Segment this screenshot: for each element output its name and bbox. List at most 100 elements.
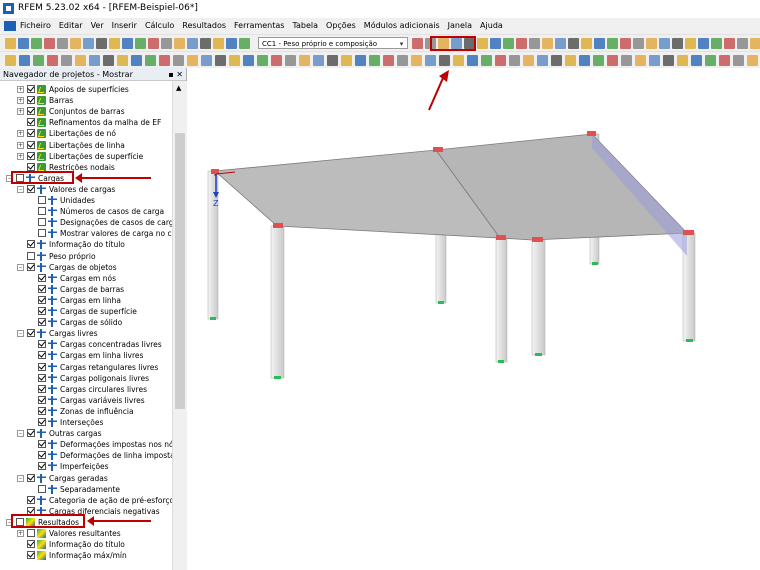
toolbar-icon[interactable] [495,55,506,66]
toolbar-icon[interactable] [159,55,170,66]
menu-item[interactable]: Cálculo [145,21,174,30]
toolbar-icon[interactable] [439,55,450,66]
toolbar-icon[interactable] [691,55,702,66]
loadcase-select[interactable]: CC1 - Peso próprio e composição ▾ [258,37,408,49]
tree-item-checkbox[interactable] [27,495,35,504]
toolbar-icon[interactable] [215,55,226,66]
toolbar-icon[interactable] [555,38,566,49]
toolbar-icon[interactable] [516,38,527,49]
toolbar-icon[interactable] [551,55,562,66]
chevron-down-icon[interactable]: ▾ [397,38,406,48]
toolbar-icon[interactable] [341,55,352,66]
menu-item[interactable]: Janela [448,21,472,30]
collapse-icon[interactable]: – [17,185,24,193]
toolbar-icon[interactable] [131,55,142,66]
toolbar-icon[interactable] [135,38,146,49]
toolbar-icon[interactable] [229,55,240,66]
tree-item-checkbox[interactable] [27,96,35,105]
toolbar-icon[interactable] [369,55,380,66]
toolbar-icon[interactable] [187,38,198,49]
toolbar-icon[interactable] [646,38,657,49]
toolbar-icon[interactable] [685,38,696,49]
toolbar-icon[interactable] [593,55,604,66]
expand-icon[interactable]: + [17,152,24,160]
toolbar-icon[interactable] [529,38,540,49]
toolbar-icon[interactable] [200,38,211,49]
tree-item-checkbox[interactable] [27,129,35,138]
toolbar-icon[interactable] [397,55,408,66]
toolbar-icon[interactable] [607,38,618,49]
tree-item-checkbox[interactable] [27,240,35,249]
tree-item-checkbox[interactable] [27,107,35,116]
toolbar-icon[interactable] [481,55,492,66]
scroll-up-icon[interactable]: ▲ [176,84,181,92]
tree-item-checkbox[interactable] [38,284,46,293]
toolbar-icon[interactable] [537,55,548,66]
toolbar-icon[interactable] [83,38,94,49]
tree-item-checkbox[interactable] [38,207,46,216]
toolbar-icon[interactable] [213,38,224,49]
tree-item-checkbox[interactable] [38,418,46,426]
toolbar-icon[interactable] [750,38,760,49]
3d-viewport[interactable]: Z [187,68,760,570]
toolbar-icon[interactable] [299,55,310,66]
toolbar-icon[interactable] [509,55,520,66]
toolbar-icon[interactable] [33,55,44,66]
toolbar-icon[interactable] [89,55,100,66]
toolbar-icon[interactable] [18,38,29,49]
expand-icon[interactable]: + [17,97,24,105]
toolbar-icon[interactable] [672,38,683,49]
toolbar-icon[interactable] [467,55,478,66]
toolbar-icon[interactable] [75,55,86,66]
toolbar-icon[interactable] [145,55,156,66]
tree-item-checkbox[interactable] [38,351,46,360]
toolbar-icon[interactable] [5,55,16,66]
toolbar-icon[interactable] [103,55,114,66]
toolbar-icon[interactable] [490,38,501,49]
expand-icon[interactable]: + [17,130,24,138]
toolbar-icon[interactable] [542,38,553,49]
toolbar-icon[interactable] [649,55,660,66]
collapse-icon[interactable]: – [17,330,24,338]
tree-item-checkbox[interactable] [38,462,46,471]
menu-item[interactable]: Editar [59,21,83,30]
toolbar-icon[interactable] [719,55,730,66]
toolbar-icon[interactable] [453,55,464,66]
tree-item-checkbox[interactable] [27,429,35,438]
expand-icon[interactable]: + [17,86,24,93]
toolbar-icon[interactable] [5,38,16,49]
toolbar-icon[interactable] [411,55,422,66]
toolbar-icon[interactable] [313,55,324,66]
menu-item[interactable]: Resultados [182,21,226,30]
toolbar-icon[interactable] [19,55,30,66]
navigator-window-buttons[interactable]: ▪ ✕ [168,68,183,81]
toolbar-icon[interactable] [96,38,107,49]
toolbar-icon[interactable] [737,38,748,49]
tree-item-checkbox[interactable] [27,162,35,171]
toolbar-icon[interactable] [747,55,758,66]
expand-icon[interactable]: + [17,530,24,537]
toolbar-icon[interactable] [698,38,709,49]
toolbar-icon[interactable] [579,55,590,66]
toolbar-icon[interactable] [117,55,128,66]
tree-item-checkbox[interactable] [27,540,35,549]
tree-item-checkbox[interactable] [38,218,46,227]
tree-item-checkbox[interactable] [38,484,46,493]
scrollbar-thumb[interactable] [175,133,185,409]
toolbar-icon[interactable] [677,55,688,66]
toolbar-icon[interactable] [503,38,514,49]
toolbar-icon[interactable] [724,38,735,49]
tree-item-checkbox[interactable] [27,473,35,482]
collapse-icon[interactable]: – [17,430,24,438]
tree-item-checkbox[interactable] [27,262,35,271]
tree-item-checkbox[interactable] [38,318,46,327]
toolbar-icon[interactable] [327,55,338,66]
tree-item-checkbox[interactable] [27,184,35,193]
toolbar-icon[interactable] [226,38,237,49]
toolbar-icon[interactable] [633,38,644,49]
toolbar-icon[interactable] [239,38,250,49]
tree-item-checkbox[interactable] [38,395,46,404]
toolbar-icon[interactable] [174,38,185,49]
menu-item[interactable]: Ver [91,21,104,30]
tree-item-checkbox[interactable] [38,273,46,282]
